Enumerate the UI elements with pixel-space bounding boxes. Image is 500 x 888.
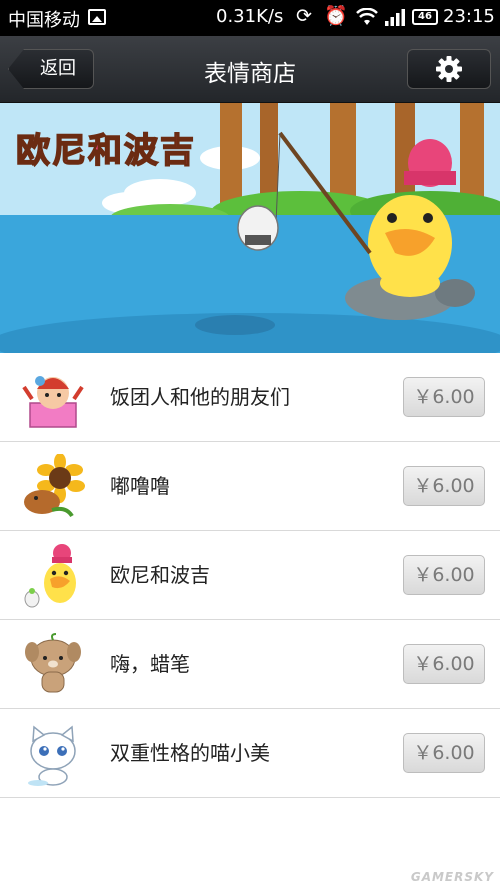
rice-ball-sticker-icon — [22, 376, 84, 428]
price-button[interactable]: ￥6.00 — [403, 466, 485, 506]
duck-sticker-icon — [24, 544, 76, 608]
watermark: GAMERSKY — [410, 870, 494, 884]
network-speed: 0.31K/s — [216, 6, 284, 27]
list-item[interactable]: 饭团人和他的朋友们 ￥6.00 — [0, 353, 500, 442]
sunflower-sticker-icon — [24, 454, 85, 518]
list-item[interactable]: 嘟噜噜 ￥6.00 — [0, 442, 500, 531]
price-button[interactable]: ￥6.00 — [403, 377, 485, 417]
signal-icon — [385, 9, 405, 26]
carrier-label: 中国移动 — [8, 10, 80, 31]
item-name: 饭团人和他的朋友们 — [110, 385, 290, 409]
title-bar: 返回 表情商店 — [0, 36, 500, 103]
list-item[interactable]: 嗨，蜡笔 ￥6.00 — [0, 620, 500, 709]
battery-icon: 46 — [412, 9, 438, 25]
item-name: 双重性格的喵小美 — [110, 741, 270, 765]
image-notification-icon — [88, 9, 106, 25]
wifi-icon — [356, 8, 378, 25]
bear-sticker-icon — [25, 633, 81, 693]
sync-icon: ⟳ — [296, 5, 312, 27]
clock: 23:15 — [443, 6, 495, 27]
price-button[interactable]: ￥6.00 — [403, 555, 485, 595]
price-button[interactable]: ￥6.00 — [403, 733, 485, 773]
gear-icon — [436, 56, 462, 82]
item-name: 嗨，蜡笔 — [110, 652, 190, 676]
settings-button[interactable] — [407, 49, 491, 89]
cat-sticker-icon — [28, 725, 76, 786]
alarm-icon: ⏰ — [324, 5, 348, 27]
list-item[interactable]: 双重性格的喵小美 ￥6.00 — [0, 709, 500, 798]
status-bar: 中国移动 0.31K/s ⟳ ⏰ 46 23:15 — [0, 0, 500, 36]
item-name: 欧尼和波吉 — [110, 563, 210, 587]
price-button[interactable]: ￥6.00 — [403, 644, 485, 684]
featured-banner[interactable]: 欧尼和波吉 — [0, 103, 500, 353]
sticker-list: 饭团人和他的朋友们 ￥6.00 嘟噜噜 ￥6.00 欧尼和波吉 ￥6.00 嗨，… — [0, 353, 500, 798]
item-name: 嘟噜噜 — [110, 474, 170, 498]
list-item[interactable]: 欧尼和波吉 ￥6.00 — [0, 531, 500, 620]
banner-title: 欧尼和波吉 — [15, 130, 196, 172]
